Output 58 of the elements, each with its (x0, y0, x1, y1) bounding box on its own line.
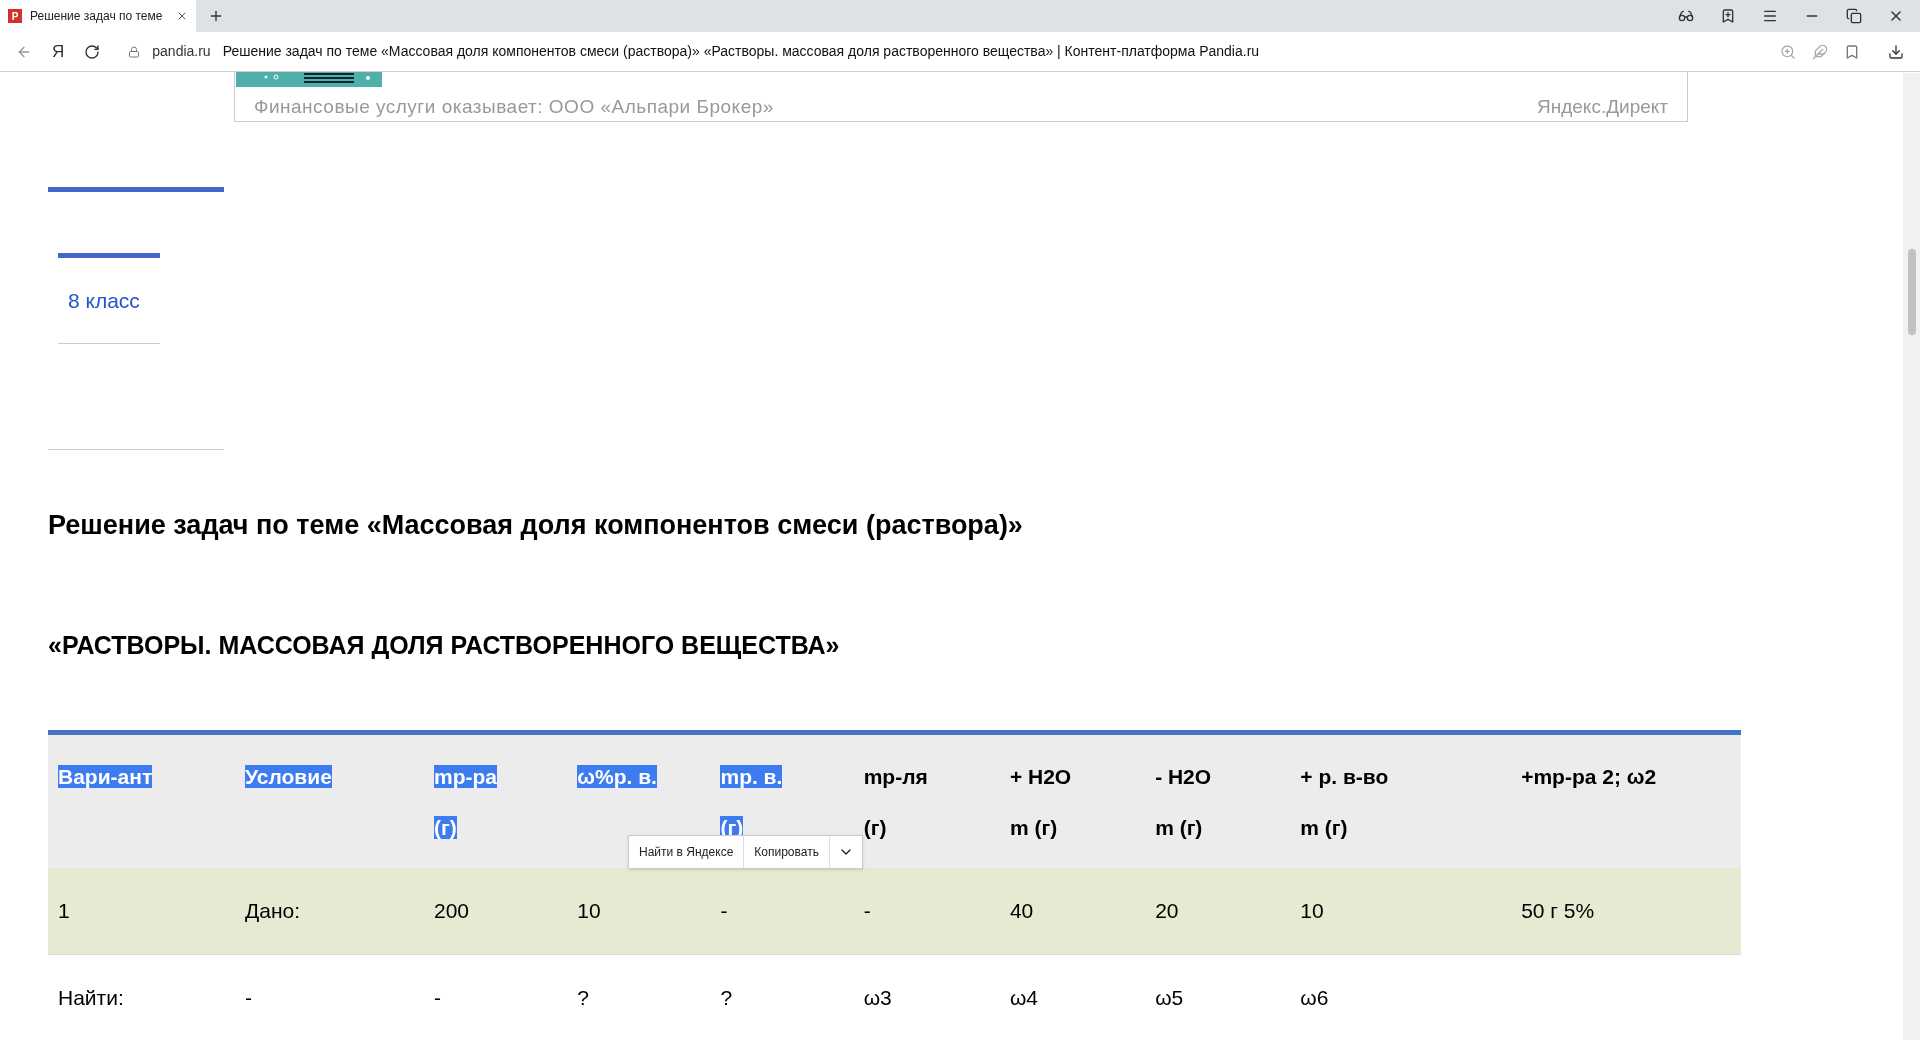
column-header: + H2O (1009, 764, 1072, 788)
column-header: + р. в-во (1300, 764, 1389, 788)
lock-icon (128, 45, 141, 58)
table-cell: ω6 (1300, 985, 1329, 1009)
table-cell: 1 (58, 898, 70, 922)
table-cell: ω5 (1155, 985, 1184, 1009)
close-icon[interactable] (176, 10, 188, 22)
browser-tab[interactable]: P Решение задач по теме (0, 0, 196, 32)
column-header: (г) (863, 816, 887, 839)
column-header: m (г) (1300, 816, 1348, 839)
glasses-icon[interactable] (1678, 8, 1694, 24)
column-header: ω%р. в. (577, 764, 657, 788)
favicon: P (8, 9, 22, 23)
table-cell: 200 (434, 898, 470, 922)
table-cell: 20 (1155, 898, 1179, 922)
bookmark-icon[interactable] (1720, 8, 1736, 24)
address-field[interactable]: pandia.ru Решение задач по теме «Массовая доля компонентов смеси (раствора)» «Растворы. массовая доля растворенного вещества» | Контент-платформа Pandia.ru (120, 36, 1868, 67)
tab-title: Решение задач по теме (30, 8, 163, 25)
column-header: Вари-ант (58, 764, 153, 788)
column-header: mр-ля (863, 764, 928, 788)
new-tab-icon[interactable] (208, 8, 224, 24)
table-cell: - (863, 898, 871, 922)
reload-icon[interactable] (84, 43, 101, 60)
class-link[interactable]: 8 класс (68, 289, 140, 312)
column-header: (г) (434, 816, 457, 839)
menu-icon[interactable] (1762, 8, 1778, 24)
column-header: mр-ра (434, 764, 497, 788)
domain-text: pandia.ru (152, 42, 211, 61)
column-header: mр. в. (720, 764, 783, 788)
scrollbar[interactable] (1903, 73, 1920, 1040)
table-cell: 40 (1009, 898, 1034, 922)
table-cell: Найти: (58, 985, 124, 1009)
table-cell: - (245, 985, 252, 1009)
table-cell: ? (577, 985, 589, 1009)
table-cell: - (720, 898, 728, 922)
table-cell: 10 (1300, 898, 1324, 922)
table-cell: ω3 (863, 985, 892, 1009)
download-icon[interactable] (1888, 43, 1904, 60)
page-subheading: «РАСТВОРЫ. МАССОВАЯ ДОЛЯ РАСТВОРЕННОГО ВЕЩЕСТВА» (48, 630, 841, 661)
page-heading: Решение задач по теме «Массовая доля компонентов смеси (раствора)» (48, 508, 1024, 542)
column-header: +mр-ра 2; ω2 (1521, 764, 1657, 788)
table-cell: ? (720, 985, 733, 1009)
home-logo[interactable]: Я (52, 38, 65, 65)
ad-disclaimer: Финансовые услуги оказывает: ООО «Альпари Брокер» (254, 94, 774, 119)
column-header: - H2O (1155, 764, 1212, 788)
bookmark-icon[interactable] (1844, 43, 1860, 60)
column-header: m (г) (1009, 816, 1058, 839)
table-cell: ω4 (1009, 985, 1038, 1009)
popup-item[interactable]: Копировать (743, 835, 829, 868)
scrollbar-thumb[interactable] (1908, 249, 1916, 335)
column-header: Условие (245, 764, 332, 788)
column-header: m (г) (1155, 816, 1203, 839)
table-cell: - (434, 985, 441, 1009)
page-title-text: Решение задач по теме «Массовая доля компонентов смеси (раствора)» «Растворы. массовая доля растворенного вещества» | Контент-платформа Pandia.ru (222, 42, 1260, 61)
table-cell: 50 г 5% (1521, 898, 1595, 922)
restore-icon[interactable] (1846, 8, 1862, 24)
table-cell: 10 (577, 898, 601, 922)
table-cell: Дано: (245, 898, 300, 922)
